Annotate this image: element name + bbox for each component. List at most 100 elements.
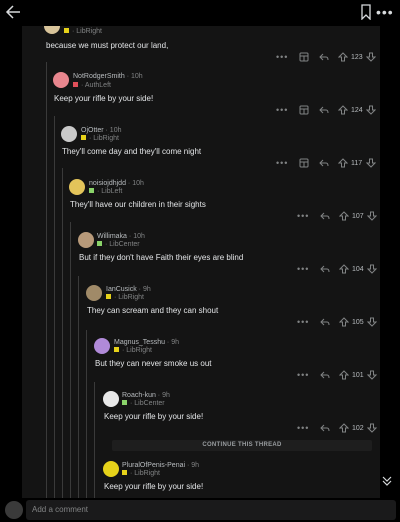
reply-icon[interactable] xyxy=(319,263,331,275)
flair-icon xyxy=(122,470,127,475)
username[interactable]: OjOtter xyxy=(81,127,104,134)
reply-icon[interactable] xyxy=(319,210,331,222)
upvote-icon[interactable] xyxy=(338,263,350,275)
continue-thread-button[interactable]: CONTINUE THIS THREAD xyxy=(112,440,372,451)
downvote-icon[interactable] xyxy=(366,210,378,222)
flair-label: AuthLeft xyxy=(84,82,111,89)
avatar[interactable] xyxy=(61,126,77,142)
reply-icon[interactable] xyxy=(318,51,330,63)
more-options-icon[interactable]: ••• xyxy=(276,52,290,62)
upvote-icon[interactable] xyxy=(337,104,349,116)
flair-icon xyxy=(64,28,69,33)
username[interactable]: Magnus_Tesshu xyxy=(114,339,165,346)
add-comment-input[interactable]: Add a comment xyxy=(26,500,396,520)
user-flair: · LibRight xyxy=(106,293,144,302)
comment-actions: ••• 101 xyxy=(297,369,378,381)
username[interactable]: IanCusick xyxy=(106,286,137,293)
avatar[interactable] xyxy=(103,391,119,407)
flair-label: LibRight xyxy=(134,470,160,477)
timestamp: 10h xyxy=(133,233,145,240)
avatar[interactable] xyxy=(78,232,94,248)
award-icon[interactable] xyxy=(298,51,310,63)
downvote-icon[interactable] xyxy=(366,422,378,434)
upvote-icon[interactable] xyxy=(338,316,350,328)
bookmark-icon[interactable] xyxy=(359,4,375,22)
avatar[interactable] xyxy=(86,285,102,301)
reply-icon[interactable] xyxy=(319,422,331,434)
flair-icon xyxy=(89,188,94,193)
downvote-icon[interactable] xyxy=(366,316,378,328)
more-options-icon[interactable]: ••• xyxy=(297,317,311,327)
downvote-icon[interactable] xyxy=(366,263,378,275)
user-flair: · LibCenter xyxy=(122,399,165,408)
reply-icon[interactable] xyxy=(319,316,331,328)
user-flair: · LibRight xyxy=(64,27,102,36)
timestamp: 9h xyxy=(191,462,200,469)
avatar[interactable] xyxy=(69,179,85,195)
more-options-icon[interactable]: ••• xyxy=(297,264,311,274)
thread-line[interactable] xyxy=(78,276,79,498)
downvote-icon[interactable] xyxy=(365,104,377,116)
comment-thread: the_real_phoenix · 10h · LibRight becaus… xyxy=(0,0,400,498)
flair-icon xyxy=(73,82,78,87)
comment-body: Keep your rifle by your side! xyxy=(54,94,154,103)
user-flair: · LibLeft xyxy=(89,187,122,196)
timestamp: 9h xyxy=(171,339,180,346)
thread-line[interactable] xyxy=(62,168,63,498)
award-icon[interactable] xyxy=(298,104,310,116)
comment-actions: ••• 124 xyxy=(276,104,377,116)
avatar[interactable] xyxy=(103,461,119,477)
downvote-icon[interactable] xyxy=(365,157,377,169)
back-arrow-icon[interactable] xyxy=(4,3,24,23)
username[interactable]: NotRodgerSmith xyxy=(73,73,125,80)
upvote-icon[interactable] xyxy=(338,369,350,381)
more-options-icon[interactable]: ••• xyxy=(276,158,290,168)
comment-body: They'll come day and they'll come night xyxy=(62,147,202,156)
thread-line[interactable] xyxy=(94,382,95,498)
upvote-icon[interactable] xyxy=(338,422,350,434)
user-flair: · LibRight xyxy=(114,346,152,355)
thread-line[interactable] xyxy=(70,222,71,498)
reply-icon[interactable] xyxy=(319,369,331,381)
timestamp: 10h xyxy=(132,180,144,187)
flair-label: LibRight xyxy=(118,294,144,301)
user-avatar[interactable] xyxy=(5,501,23,519)
comment-body: Keep your rifle by your side! xyxy=(104,412,204,421)
more-options-icon[interactable]: ••• xyxy=(297,423,311,433)
more-options-icon[interactable]: ••• xyxy=(297,370,311,380)
downvote-icon[interactable] xyxy=(365,51,377,63)
flair-label: LibRight xyxy=(126,347,152,354)
thread-line[interactable] xyxy=(46,62,47,498)
username[interactable]: PluralOfPenis-Penai xyxy=(122,462,185,469)
upvote-icon[interactable] xyxy=(337,157,349,169)
comment-actions: ••• 104 xyxy=(297,263,378,275)
reply-icon[interactable] xyxy=(318,157,330,169)
award-icon[interactable] xyxy=(298,157,310,169)
vote-count: 101 xyxy=(352,371,364,379)
more-options-icon[interactable]: ••• xyxy=(276,105,290,115)
avatar[interactable] xyxy=(94,338,110,354)
upvote-icon[interactable] xyxy=(338,210,350,222)
flair-icon xyxy=(114,347,119,352)
vote-count: 124 xyxy=(351,106,363,114)
username[interactable]: Willimaka xyxy=(97,233,127,240)
collapse-chevron-icon[interactable] xyxy=(380,474,394,488)
reply-icon[interactable] xyxy=(318,104,330,116)
more-options-icon[interactable]: ••• xyxy=(376,4,394,22)
username[interactable]: noisiojdhjdd xyxy=(89,180,126,187)
vote-count: 107 xyxy=(352,212,364,220)
comment-actions: ••• 117 xyxy=(276,157,377,169)
user-flair: · LibRight xyxy=(81,134,119,143)
flair-label: LibLeft xyxy=(101,188,123,195)
thread-line[interactable] xyxy=(86,330,87,498)
comment-placeholder: Add a comment xyxy=(32,505,89,514)
username[interactable]: Roach-kun xyxy=(122,392,156,399)
thread-line[interactable] xyxy=(54,116,55,498)
downvote-icon[interactable] xyxy=(366,369,378,381)
upvote-icon[interactable] xyxy=(337,51,349,63)
avatar[interactable] xyxy=(53,72,69,88)
timestamp: 10h xyxy=(109,127,122,134)
more-options-icon[interactable]: ••• xyxy=(297,211,311,221)
flair-label: LibCenter xyxy=(134,400,165,407)
flair-icon xyxy=(106,294,111,299)
